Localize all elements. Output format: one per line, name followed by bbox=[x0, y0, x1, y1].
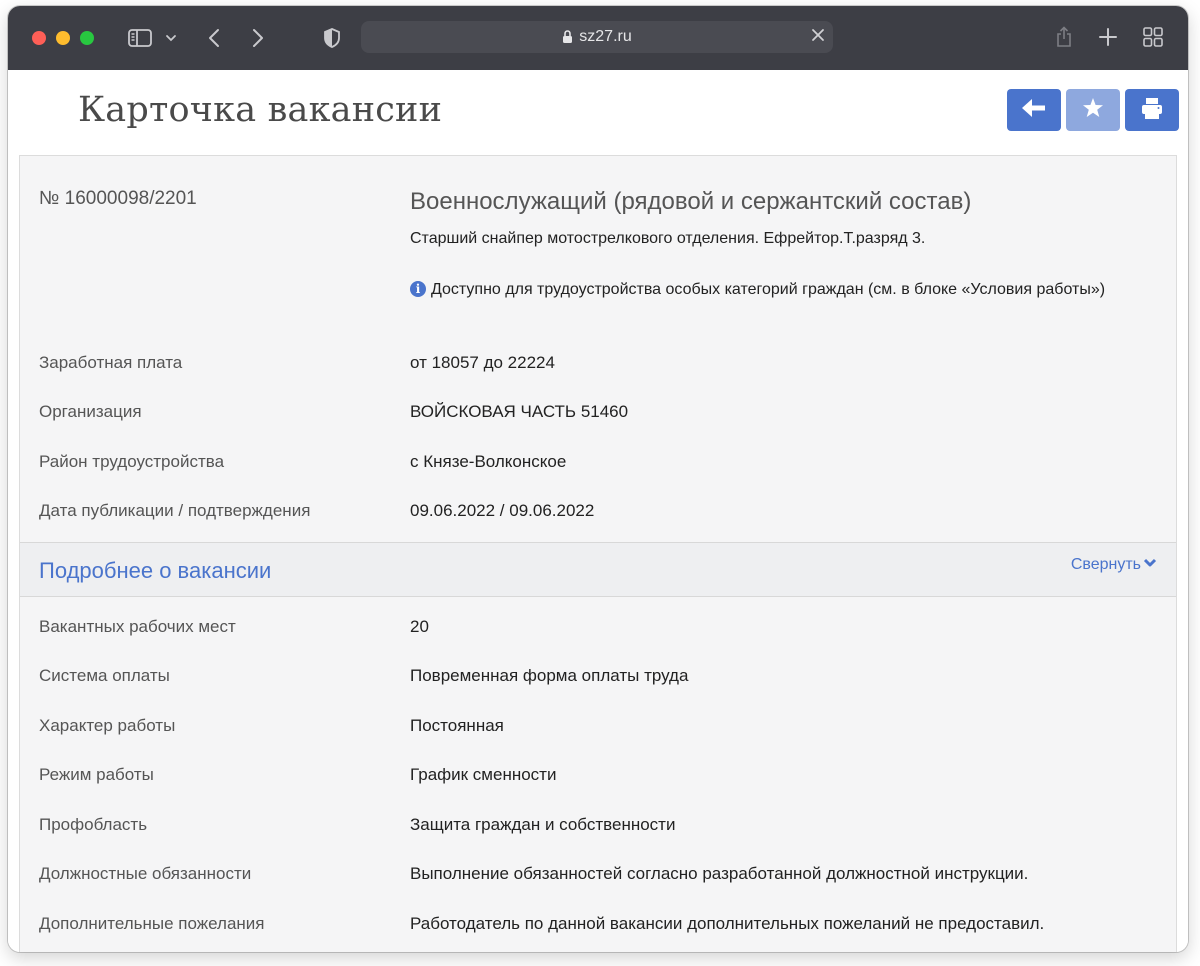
detail-value-schedule: График сменности bbox=[410, 765, 557, 784]
detail-label-duties: Должностные обязанности bbox=[39, 864, 252, 883]
close-window-button[interactable] bbox=[32, 31, 46, 45]
back-button[interactable] bbox=[1007, 89, 1061, 131]
field-label-salary: Заработная плата bbox=[39, 353, 183, 372]
field-label-publication-date: Дата публикации / подтверждения bbox=[39, 501, 311, 520]
details-section-title: Подробнее о вакансии bbox=[39, 558, 272, 583]
field-value-publication-date: 09.06.2022 / 09.06.2022 bbox=[410, 501, 595, 520]
zoom-window-button[interactable] bbox=[80, 31, 94, 45]
browser-toolbar: sz27.ru bbox=[8, 6, 1188, 71]
field-label-district: Район трудоустройства bbox=[39, 452, 225, 471]
detail-label-payment-system: Система оплаты bbox=[39, 666, 170, 685]
grid-icon[interactable] bbox=[1142, 26, 1164, 48]
field-value-salary: от 18057 до 22224 bbox=[410, 353, 555, 372]
detail-value-wishes: Работодатель по данной вакансии дополнит… bbox=[410, 914, 1045, 933]
collapse-label: Свернуть bbox=[1070, 556, 1141, 573]
vacancy-card: № 16000098/2201 Военнослужащий (рядовой … bbox=[19, 155, 1177, 952]
lock-icon bbox=[562, 30, 573, 44]
print-button[interactable] bbox=[1125, 89, 1179, 131]
address-bar[interactable]: sz27.ru bbox=[361, 21, 833, 53]
chevron-down-icon bbox=[1141, 556, 1157, 574]
field-label-organization: Организация bbox=[39, 402, 142, 421]
detail-value-work-type: Постоянная bbox=[410, 716, 504, 735]
collapse-link[interactable]: Свернуть bbox=[1071, 556, 1157, 574]
vacancy-note: i Доступно для трудоустройства особых кат… bbox=[410, 278, 1130, 302]
page-content: Карточка вакансии № 16000098/2201 Военно… bbox=[8, 70, 1188, 952]
minimize-window-button[interactable] bbox=[56, 31, 70, 45]
detail-label-work-type: Характер работы bbox=[39, 716, 176, 735]
detail-value-vacancies: 20 bbox=[410, 617, 429, 636]
detail-label-wishes: Дополнительные пожелания bbox=[39, 914, 265, 933]
detail-value-professional-area: Защита граждан и собственности bbox=[410, 815, 676, 834]
share-icon[interactable] bbox=[1052, 24, 1076, 50]
print-icon bbox=[1140, 96, 1164, 125]
detail-label-vacancies: Вакантных рабочих мест bbox=[39, 617, 236, 636]
detail-value-payment-system: Повременная форма оплаты труда bbox=[410, 666, 689, 685]
close-icon[interactable] bbox=[811, 28, 825, 47]
sidebar-icon[interactable] bbox=[126, 26, 154, 50]
chevron-left-icon[interactable] bbox=[204, 26, 224, 50]
favorite-button[interactable] bbox=[1066, 89, 1120, 131]
detail-label-schedule: Режим работы bbox=[39, 765, 154, 784]
vacancy-title: Военнослужащий (рядовой и сержантский со… bbox=[410, 188, 972, 215]
vacancy-subtitle: Старший снайпер мотострелкового отделени… bbox=[410, 230, 926, 247]
chevron-down-icon[interactable] bbox=[164, 30, 178, 46]
detail-label-professional-area: Профобласть bbox=[39, 815, 148, 834]
details-section-header: Подробнее о вакансии Свернуть bbox=[20, 542, 1176, 597]
page-title: Карточка вакансии bbox=[78, 90, 443, 130]
plus-icon[interactable] bbox=[1097, 26, 1119, 48]
field-value-district: с Князе-Волконское bbox=[410, 452, 567, 471]
field-value-organization: ВОЙСКОВАЯ ЧАСТЬ 51460 bbox=[410, 402, 629, 421]
shield-icon[interactable] bbox=[322, 26, 342, 50]
chevron-right-icon[interactable] bbox=[248, 26, 268, 50]
address-url: sz27.ru bbox=[579, 28, 632, 45]
info-icon: i bbox=[410, 281, 426, 297]
vacancy-note-text: Доступно для трудоустройства особых кате… bbox=[431, 281, 1106, 298]
detail-value-duties: Выполнение обязанностей согласно разрабо… bbox=[410, 864, 1029, 883]
browser-window: sz27.ru Карточка вакансии № 16000098/220… bbox=[8, 6, 1188, 952]
vacancy-number: № 16000098/2201 bbox=[39, 188, 197, 209]
star-icon bbox=[1082, 97, 1104, 124]
arrow-left-icon bbox=[1021, 98, 1047, 123]
